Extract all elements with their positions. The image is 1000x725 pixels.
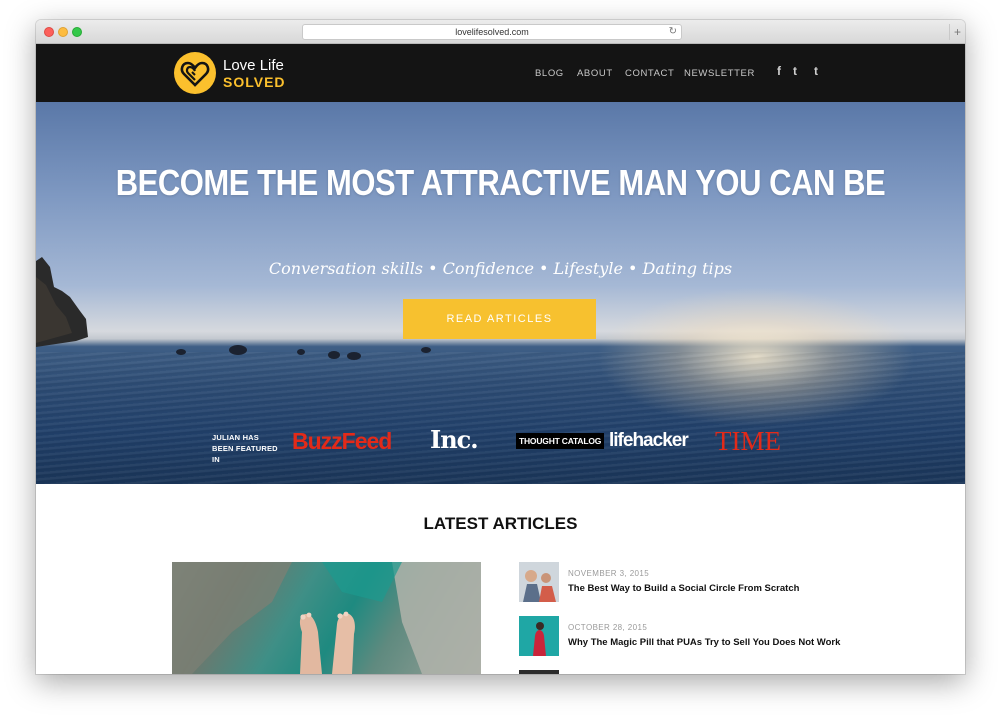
featured-in-bar: JULIAN HAS BEEN FEATURED IN BuzzFeed Inc…	[36, 420, 965, 466]
article-title[interactable]: The Best Way to Build a Social Circle Fr…	[568, 583, 799, 594]
article-thumbnail[interactable]	[519, 616, 559, 656]
hero-subtitle: Conversation skills • Confidence • Lifes…	[268, 259, 733, 278]
article-thumbnail[interactable]	[519, 562, 559, 602]
site-header: Love Life SOLVED BLOG ABOUT CONTACT NEWS…	[36, 44, 965, 102]
thought-catalog-logo: THOUGHT CATALOG	[516, 433, 605, 449]
lifehacker-logo: lifehacker	[609, 430, 689, 451]
article-title[interactable]: Why The Magic Pill that PUAs Try to Sell…	[568, 637, 840, 648]
latest-articles-heading: LATEST ARTICLES	[423, 514, 578, 533]
browser-titlebar: lovelifesolved.com ↻ +	[36, 20, 965, 44]
inc-logo: Inc.	[430, 425, 479, 454]
nav-newsletter[interactable]: NEWSLETTER	[684, 68, 755, 79]
zoom-window-button[interactable]	[72, 27, 82, 37]
featured-caption: JULIAN HAS BEEN FEATURED IN	[212, 433, 278, 464]
browser-window: lovelifesolved.com ↻ + Love Life SOLVED …	[36, 20, 965, 674]
hero-section: BECOME THE MOST ATTRACTIVE MAN YOU CAN B…	[36, 102, 965, 484]
article-thumbnail[interactable]	[519, 670, 559, 674]
twitter-icon[interactable]: t	[793, 64, 797, 78]
main-nav: BLOG ABOUT CONTACT NEWSLETTER	[36, 68, 965, 80]
close-window-button[interactable]	[44, 27, 54, 37]
address-bar[interactable]: lovelifesolved.com ↻	[302, 24, 682, 40]
hero-headline: BECOME THE MOST ATTRACTIVE MAN YOU CAN B…	[115, 162, 886, 203]
article-date: NOVEMBER 3, 2015	[568, 569, 650, 578]
nav-blog[interactable]: BLOG	[535, 68, 564, 79]
read-articles-button[interactable]: READ ARTICLES	[403, 299, 596, 339]
nav-contact[interactable]: CONTACT	[625, 68, 674, 79]
time-logo: TIME	[715, 426, 781, 456]
minimize-window-button[interactable]	[58, 27, 68, 37]
new-tab-button[interactable]: +	[949, 24, 965, 40]
tumblr-icon[interactable]: t	[814, 64, 818, 78]
article-date: OCTOBER 28, 2015	[568, 623, 648, 632]
facebook-icon[interactable]: f	[777, 64, 781, 78]
nav-about[interactable]: ABOUT	[577, 68, 613, 79]
reload-icon[interactable]: ↻	[669, 25, 677, 39]
surfers-image	[176, 345, 431, 360]
buzzfeed-logo: BuzzFeed	[292, 428, 392, 454]
address-bar-url: lovelifesolved.com	[455, 27, 529, 37]
featured-article-image[interactable]	[172, 562, 481, 674]
